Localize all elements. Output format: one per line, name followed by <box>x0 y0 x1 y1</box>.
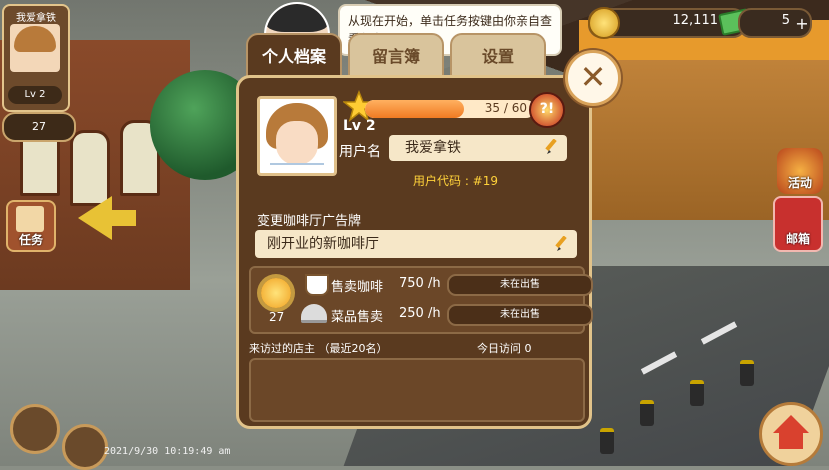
timestamp: 2021/9/30 10:19:49 am <box>104 446 231 457</box>
visitors-list[interactable] <box>249 358 585 422</box>
sales-row-status: 未在出售 <box>447 304 593 326</box>
cafe-sign-field[interactable]: 刚开业的新咖啡厅 <box>255 230 577 258</box>
coin-icon <box>588 7 620 39</box>
bollard <box>740 360 754 386</box>
camera-button[interactable] <box>62 424 108 470</box>
home-button[interactable] <box>759 402 823 466</box>
popularity-value: 27 <box>269 310 285 324</box>
bollard <box>600 428 614 454</box>
mailbox-label: 邮箱 <box>785 232 810 246</box>
mini-profile-card[interactable]: 我爱拿铁 Lv 2 <box>2 4 70 112</box>
level-label: Lv 2 <box>343 118 376 134</box>
cafe-sign-value: 刚开业的新咖啡厅 <box>267 236 379 252</box>
user-code: 用户代码 : #19 <box>413 174 498 188</box>
visitors-today: 今日访问 0 <box>477 342 532 355</box>
tab-profile[interactable]: 个人档案 <box>246 33 342 81</box>
cash-balance[interactable]: 5 + <box>738 8 812 38</box>
tutorial-arrow-icon <box>78 196 136 240</box>
coin-balance[interactable]: 12,111 <box>588 7 752 39</box>
mini-profile-name: 我爱拿铁 <box>16 13 56 24</box>
bollard <box>690 380 704 406</box>
level-reward-icon[interactable]: ?! <box>529 92 565 128</box>
tab-guestbook[interactable]: 留言簿 <box>348 33 444 81</box>
tab-settings[interactable]: 设置 <box>450 33 546 81</box>
username-field[interactable]: 我爱拿铁 <box>389 135 567 161</box>
sales-row-rate: 750 /h <box>399 276 441 291</box>
bollard <box>640 400 654 426</box>
visitors-header: 来访过的店主 （最近20名） 今日访问 0 <box>249 340 581 358</box>
close-button[interactable]: ✕ <box>565 50 621 106</box>
username-label: 用户名 <box>339 144 381 160</box>
house-icon <box>773 415 809 433</box>
avatar <box>10 24 60 72</box>
visitors-label: 来访过的店主 （最近20名） <box>249 342 388 355</box>
task-label: 任务 <box>18 233 43 247</box>
cash-value: 5 <box>781 13 790 28</box>
dialog-tabs: 个人档案 留言簿 设置 <box>246 33 546 81</box>
mailbox-button[interactable]: 邮箱 <box>773 196 823 252</box>
edit-pencil-icon[interactable] <box>545 139 561 155</box>
activity-label: 活动 <box>787 176 812 190</box>
profile-dialog: Lv 2 35 / 60 ?! 用户名 我爱拿铁 用户代码 : #19 变更咖啡… <box>236 75 593 429</box>
sales-row-label: 售卖咖啡 <box>331 280 384 295</box>
exp-progress-fill <box>365 100 465 118</box>
activity-button[interactable]: 活动 <box>777 148 823 194</box>
cafe-sign-label: 变更咖啡厅广告牌 <box>257 214 362 229</box>
food-cloche-icon <box>301 304 327 323</box>
username-value: 我爱拿铁 <box>405 140 461 156</box>
profile-portrait <box>257 96 337 176</box>
exp-progress-bar: 35 / 60 <box>365 100 535 118</box>
popularity-counter: 27 <box>2 112 76 142</box>
add-cash-icon[interactable]: + <box>794 16 810 32</box>
coffee-cup-icon <box>305 274 329 296</box>
close-icon: ✕ <box>579 58 607 96</box>
exp-text: 35 / 60 <box>484 101 527 115</box>
mini-profile-level: Lv 2 <box>8 86 62 104</box>
sun-popularity-icon <box>261 278 291 308</box>
friends-button[interactable] <box>10 404 60 454</box>
edit-pencil-icon[interactable] <box>555 236 571 252</box>
sales-row-label: 菜品售卖 <box>331 310 384 325</box>
book-icon <box>16 206 44 232</box>
sales-row-status: 未在出售 <box>447 274 593 296</box>
coin-value: 12,111 <box>672 13 719 28</box>
sales-panel: 27 售卖咖啡 750 /h 未在出售 菜品售卖 250 /h 未在出售 <box>249 266 593 334</box>
task-button[interactable]: 任务 <box>6 200 56 252</box>
sales-row-rate: 250 /h <box>399 306 441 321</box>
